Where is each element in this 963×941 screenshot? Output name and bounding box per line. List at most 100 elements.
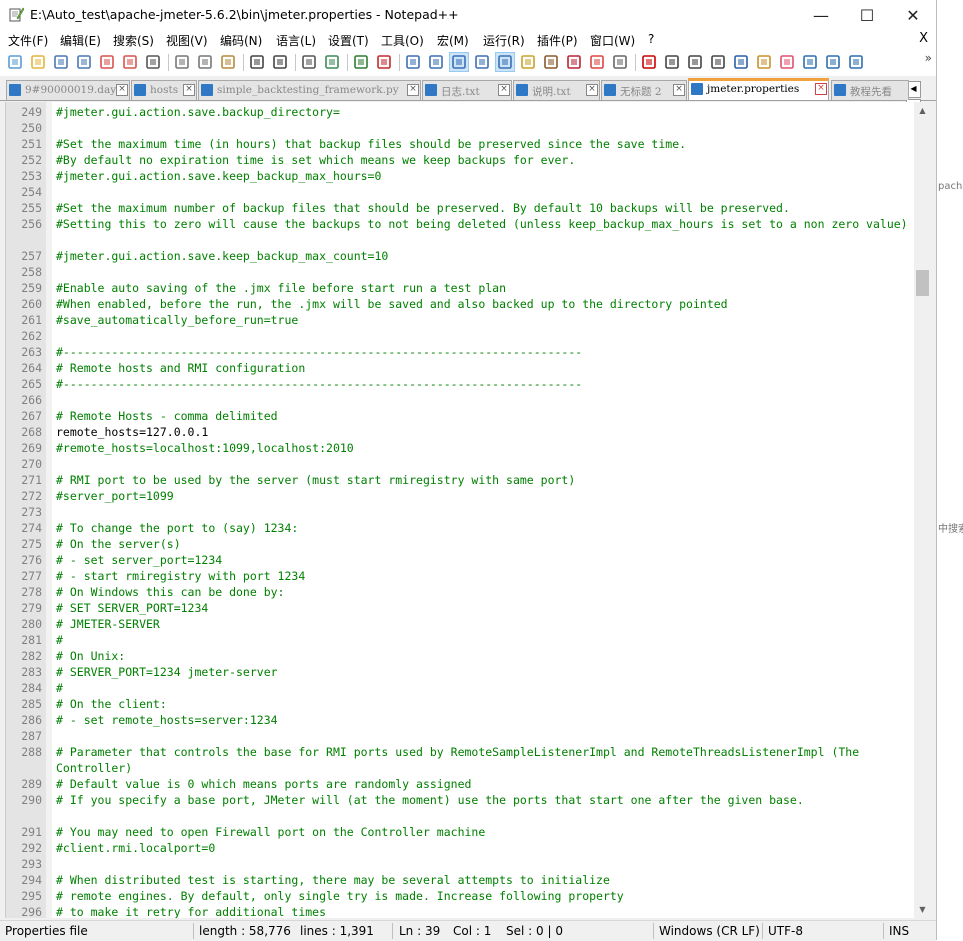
scroll-down-icon[interactable]: ▼ [914,901,931,918]
tab-close-icon[interactable]: × [586,84,598,96]
menu-item[interactable]: 编码(N) [220,32,262,49]
editor-line[interactable]: 288 # Parameter that controls the base fo… [6,744,915,776]
sync-horizontal-icon[interactable] [427,53,445,71]
editor-line[interactable]: 273 [6,504,915,520]
monitor-icon[interactable] [611,53,629,71]
editor-line[interactable]: 249 #jmeter.gui.action.save.backup_direct… [6,104,915,120]
editor-line[interactable]: 291 # You may need to open Firewall port … [6,824,915,840]
save-all-icon[interactable] [75,53,93,71]
folder-workspace-icon[interactable] [588,53,606,71]
minimize-button[interactable]: — [798,0,844,30]
editor-line[interactable]: 286 # - set remote_hosts=server:1234 [6,712,915,728]
editor-line[interactable]: 267 # Remote Hosts - comma delimited [6,408,915,424]
editor-line[interactable]: 290 # If you specify a base port, JMeter … [6,792,915,824]
editor-line[interactable]: 276 # - set server_port=1234 [6,552,915,568]
menu-item[interactable]: 窗口(W) [590,32,635,49]
open-file-icon[interactable] [29,53,47,71]
editor-line[interactable]: 251 #Set the maximum time (in hours) that… [6,136,915,152]
editor-line[interactable]: 252 #By default no expiration time is set… [6,152,915,168]
zoom-out-icon[interactable] [375,53,393,71]
scroll-up-icon[interactable]: ▲ [914,102,931,119]
function-list-icon[interactable] [565,53,583,71]
tab[interactable]: jmeter.properties × [688,78,829,100]
menu-item[interactable]: 插件(P) [537,32,578,49]
stop-macro-icon[interactable] [663,53,681,71]
menu-item[interactable]: 工具(O) [381,32,424,49]
status-encoding[interactable]: UTF-8 [768,924,803,938]
maximize-button[interactable]: ☐ [844,0,890,30]
tab[interactable]: hosts × [131,80,197,100]
close-all-icon[interactable] [121,53,139,71]
editor-line[interactable]: 268 remote_hosts=127.0.0.1 [6,424,915,440]
editor-line[interactable]: 283 # SERVER_PORT=1234 jmeter-server [6,664,915,680]
editor-line[interactable]: 263 #------------------------------------… [6,344,915,360]
close-window-button[interactable]: ✕ [890,0,936,30]
cut-icon[interactable] [173,53,191,71]
zoom-in-icon[interactable] [352,53,370,71]
editor-line[interactable]: 274 # To change the port to (say) 1234: [6,520,915,536]
replace-icon[interactable] [323,53,341,71]
tab-close-icon[interactable]: × [183,84,195,96]
redo-icon[interactable] [271,53,289,71]
toolbar-overflow-icon[interactable]: » [925,51,932,65]
editor-line[interactable]: 295 # remote engines. By default, only si… [6,888,915,904]
editor-line[interactable]: 264 # Remote hosts and RMI configuration [6,360,915,376]
indent-guide-icon[interactable] [495,52,515,72]
save-macro-icon[interactable] [732,53,750,71]
editor-line[interactable]: 254 [6,184,915,200]
close-document-button[interactable]: X [919,31,928,46]
editor-line[interactable]: 270 [6,456,915,472]
tab[interactable]: simple_backtesting_framework.py × [198,80,421,100]
status-eol[interactable]: Windows (CR LF) [659,924,760,938]
find-icon[interactable] [300,53,318,71]
tab[interactable]: 9#90000019.day × [6,80,130,100]
editor-line[interactable]: 266 [6,392,915,408]
paste-icon[interactable] [219,53,237,71]
editor-line[interactable]: 260 #When enabled, before the run, the .j… [6,296,915,312]
editor-line[interactable]: 261 #save_automatically_before_run=true [6,312,915,328]
close-icon[interactable] [98,53,116,71]
tab-close-icon[interactable]: × [498,84,510,96]
editor-line[interactable]: 296 # to make it retry for additional tim… [6,904,915,918]
run-macro-multiple-icon[interactable] [709,53,727,71]
menu-item[interactable]: 文件(F) [8,32,48,49]
scrollbar-thumb[interactable] [916,270,929,296]
tab-scroll-arrows[interactable]: ◀▶ [906,80,934,116]
editor-line[interactable]: 285 # On the client: [6,696,915,712]
menu-item[interactable]: 设置(T) [328,32,369,49]
editor-line[interactable]: 271 # RMI port to be used by the server (… [6,472,915,488]
editor-line[interactable]: 253 #jmeter.gui.action.save.keep_backup_m… [6,168,915,184]
editor-line[interactable]: 289 # Default value is 0 which means port… [6,776,915,792]
undo-icon[interactable] [248,53,266,71]
tab[interactable]: 教程先看 [831,80,909,100]
download-icon[interactable] [801,53,819,71]
tab[interactable]: 日志.txt × [422,80,512,100]
sync-vertical-icon[interactable] [404,53,422,71]
editor-line[interactable]: 282 # On Unix: [6,648,915,664]
status-insert-mode[interactable]: INS [889,924,909,938]
editor-line[interactable]: 259 #Enable auto saving of the .jmx file … [6,280,915,296]
show-all-chars-icon[interactable] [473,53,491,71]
tab-close-icon[interactable]: × [407,84,419,96]
editor-line[interactable]: 265 #------------------------------------… [6,376,915,392]
menu-item[interactable]: 语言(L) [276,32,316,49]
plugin-a-icon[interactable] [824,53,842,71]
save-icon[interactable] [52,53,70,71]
menu-item[interactable]: 运行(R) [483,32,525,49]
editor-line[interactable]: 281 # [6,632,915,648]
menu-item[interactable]: 视图(V) [166,32,208,49]
spell-check-icon[interactable] [755,53,773,71]
copy-icon[interactable] [196,53,214,71]
editor-line[interactable]: 279 # SET SERVER_PORT=1234 [6,600,915,616]
editor-line[interactable]: 284 # [6,680,915,696]
tab-close-icon[interactable]: × [116,84,128,96]
editor-line[interactable]: 258 [6,264,915,280]
editor-line[interactable]: 272 #server_port=1099 [6,488,915,504]
menu-item[interactable]: 宏(M) [437,32,469,49]
editor-line[interactable]: 287 [6,728,915,744]
editor-line[interactable]: 262 [6,328,915,344]
record-macro-icon[interactable] [640,53,658,71]
word-wrap-icon[interactable] [449,52,469,72]
play-macro-icon[interactable] [686,53,704,71]
tab[interactable]: 说明.txt × [513,80,600,100]
